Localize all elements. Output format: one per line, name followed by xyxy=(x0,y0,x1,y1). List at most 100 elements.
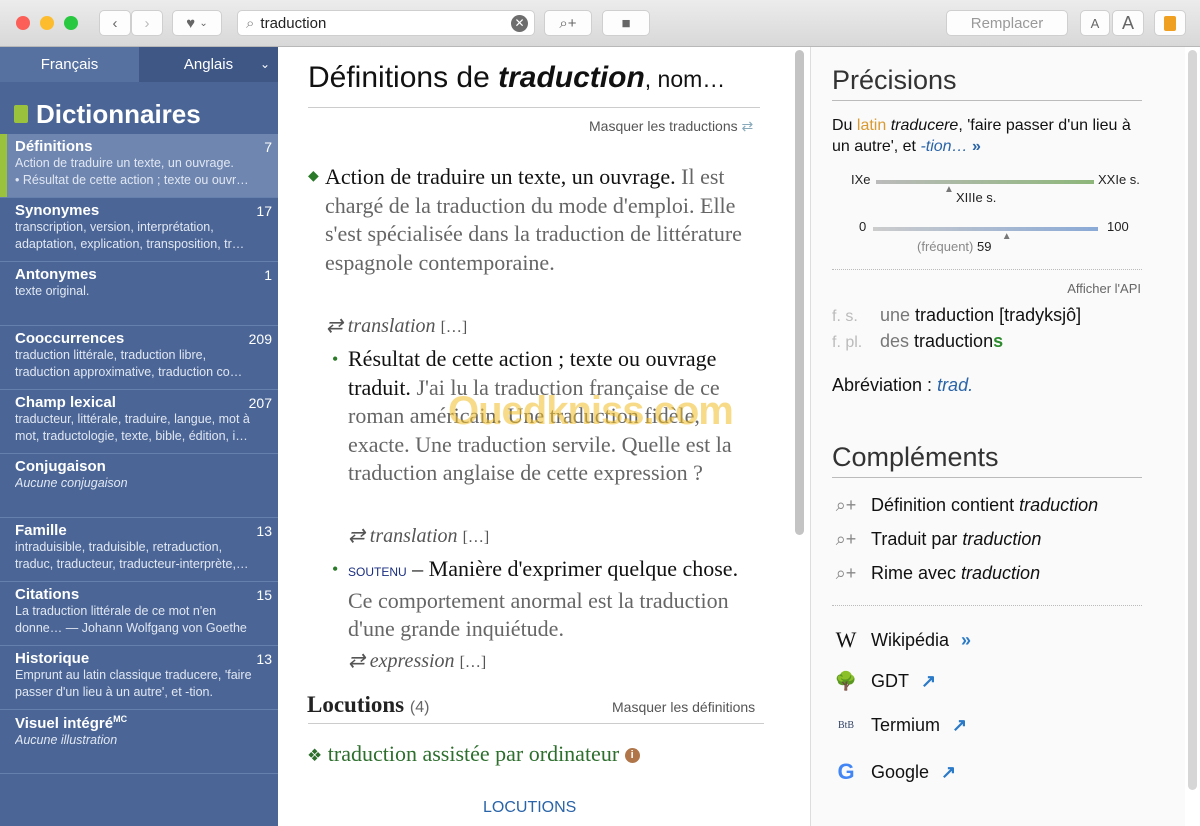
sidebar-item-antonymes[interactable]: Antonymes 1 texte original. xyxy=(0,262,278,326)
sidebar-item-desc: transcription, version, interprétation, xyxy=(15,220,214,234)
sidebar-item-cooccurrences[interactable]: Cooccurrences 209 traduction littérale, … xyxy=(0,326,278,390)
bucket-button[interactable]: ■ xyxy=(602,10,650,36)
sidebar-item-visuel-intégré[interactable]: Visuel intégréMC Aucune illustration xyxy=(0,710,278,774)
sidebar-item-count: 207 xyxy=(248,395,272,411)
sidebar-item-desc: passer d'un lieu à un autre', et -tion. xyxy=(15,685,213,699)
external-link-wikipedia[interactable]: W Wikipédia» xyxy=(833,627,971,653)
chevron-right-icon: › xyxy=(144,14,150,32)
chevron-down-icon: ⌄ xyxy=(199,17,208,29)
sidebar-item-définitions[interactable]: Définitions 7 Action de traduire un text… xyxy=(0,134,278,198)
sidebar-item-desc: mot, traductologie, texte, bible, éditio… xyxy=(15,429,248,443)
sidebar-item-desc: adaptation, explication, transposition, … xyxy=(15,237,245,251)
frequency-label: (fréquent) 59 xyxy=(917,239,992,254)
font-smaller-button[interactable]: A xyxy=(1080,10,1110,36)
forward-button[interactable]: › xyxy=(131,10,163,36)
sidebar-item-count: 13 xyxy=(256,651,272,667)
search-field[interactable]: ⌕ ✕ xyxy=(237,10,535,36)
sidebar-item-historique[interactable]: Historique 13 Emprunt au latin classique… xyxy=(0,646,278,710)
tab-anglais[interactable]: Anglais ⌄ xyxy=(139,47,278,82)
sidebar-item-count: 209 xyxy=(248,331,272,347)
google-icon: G xyxy=(837,759,855,784)
sidebar-item-title: Famille xyxy=(15,522,67,539)
search-plus-icon: ⌕+ xyxy=(835,495,857,515)
form-singular: f. s. une traduction [tradyksjô] xyxy=(832,305,1082,325)
external-link-gdt[interactable]: 🌳 GDT ↗ xyxy=(833,671,936,692)
right-scrollbar[interactable] xyxy=(1188,50,1197,790)
complement-link[interactable]: ⌕+ Définition contient traduction xyxy=(833,495,1098,516)
search-plus-icon: ⌕+ xyxy=(835,529,857,549)
search-input[interactable] xyxy=(260,14,491,32)
replace-button[interactable]: Remplacer xyxy=(946,10,1068,36)
sidebar-item-count: 7 xyxy=(264,139,272,155)
favorites-button[interactable]: ♥ ⌄ xyxy=(172,10,222,36)
sidebar-item-title: Synonymes xyxy=(15,202,100,219)
sidebar-item-desc: • Résultat de cette action ; texte ou ou… xyxy=(15,173,249,187)
sidebar-item-desc: Aucune conjugaison xyxy=(15,476,128,490)
frequency-marker-icon: ▲ xyxy=(1001,231,1012,242)
replace-label: Remplacer xyxy=(970,14,1044,32)
sidebar-item-count: 15 xyxy=(256,587,272,603)
sidebar-item-count: 13 xyxy=(256,523,272,539)
clover-icon: ❖ xyxy=(307,746,323,765)
more-etymology-link[interactable]: » xyxy=(972,138,981,155)
chevron-left-icon: ‹ xyxy=(112,14,118,32)
info-icon[interactable]: i xyxy=(624,748,640,764)
double-chevron-icon: » xyxy=(961,629,972,650)
watermark: Ouedkniss.com xyxy=(448,389,734,433)
sidebar-item-synonymes[interactable]: Synonymes 17 transcription, version, int… xyxy=(0,198,278,262)
sidebar-item-desc: traduc, traducteur, traducteur-interprèt… xyxy=(15,557,249,571)
complement-link[interactable]: ⌕+ Traduit par traduction xyxy=(833,529,1042,550)
sidebar-item-title: Historique xyxy=(15,650,90,667)
sidebar: Français Anglais ⌄ Dictionnaires Définiti… xyxy=(0,47,278,826)
external-link-google[interactable]: G Google ↗ xyxy=(833,759,956,785)
external-link-icon: ↗ xyxy=(921,671,937,691)
minimize-window-button[interactable] xyxy=(40,16,54,30)
hide-translations-link[interactable]: Masquer les traductions ⇄ xyxy=(589,118,753,135)
chevron-down-icon: ⌄ xyxy=(259,57,270,71)
advanced-search-button[interactable]: ⌕+ xyxy=(544,10,592,36)
frequency-min: 0 xyxy=(859,219,867,234)
sidebar-item-title: Visuel intégréMC xyxy=(15,714,128,732)
external-link-icon: ↗ xyxy=(941,761,957,782)
abbreviation: Abréviation : trad. xyxy=(832,375,974,395)
back-button[interactable]: ‹ xyxy=(99,10,131,36)
termium-icon: BtB xyxy=(837,720,855,731)
swap-icon: ⇄ xyxy=(741,118,754,134)
sidebar-item-champ-lexical[interactable]: Champ lexical 207 traducteur, littérale,… xyxy=(0,390,278,454)
century-end: XXIe s. xyxy=(1098,172,1140,187)
zoom-window-button[interactable] xyxy=(64,16,78,30)
center-scrollbar[interactable] xyxy=(795,50,804,535)
sidebar-item-famille[interactable]: Famille 13 intraduisible, traduisible, r… xyxy=(0,518,278,582)
sidebar-item-citations[interactable]: Citations 15 La traduction littérale de … xyxy=(0,582,278,646)
translation-1[interactable]: ⇄ translation […] xyxy=(326,313,467,338)
tab-francais[interactable]: Français xyxy=(0,47,139,82)
definition-3: • SOUTENU – Manière d'exprimer quelque ch… xyxy=(332,556,739,641)
sidebar-title: Dictionnaires xyxy=(0,82,278,134)
clear-search-icon[interactable]: ✕ xyxy=(511,15,528,32)
details-panel: Précisions Du latin traducere, 'faire pa… xyxy=(810,47,1185,826)
book-icon xyxy=(1164,15,1176,31)
external-link-termium[interactable]: BtB Termium ↗ xyxy=(833,715,967,736)
sidebar-item-desc: traduction approximative, traduction co… xyxy=(15,365,243,379)
sidebar-item-title: Définitions xyxy=(15,138,93,155)
form-plural: f. pl. des traductions xyxy=(832,331,1004,351)
sidebar-item-title: Conjugaison xyxy=(15,458,106,475)
complement-link[interactable]: ⌕+ Rime avec traduction xyxy=(833,563,1040,584)
show-api-link[interactable]: Afficher l'API xyxy=(1067,281,1141,296)
locutions-heading: Locutions (4) xyxy=(307,692,430,717)
sidebar-item-title: Antonymes xyxy=(15,266,97,283)
locutions-link[interactable]: LOCUTIONS xyxy=(483,799,576,817)
close-window-button[interactable] xyxy=(16,16,30,30)
sidebar-item-desc: Action de traduire un texte, un ouvrage. xyxy=(15,156,234,170)
font-larger-button[interactable]: A xyxy=(1112,10,1144,36)
translation-2[interactable]: ⇄ translation […] xyxy=(348,523,489,548)
hide-definitions-link[interactable]: Masquer les définitions xyxy=(612,699,755,715)
locution-item[interactable]: ❖ traduction assistée par ordinateur i xyxy=(307,740,640,771)
century-marker-icon: ▲ xyxy=(943,184,954,195)
page-title: Définitions de traduction, nom… xyxy=(308,61,726,94)
book-panel-button[interactable] xyxy=(1154,10,1186,36)
translation-3[interactable]: ⇄ expression […] xyxy=(348,648,486,673)
sidebar-item-desc: traducteur, littérale, traduire, langue,… xyxy=(15,412,250,426)
gdt-tree-icon: 🌳 xyxy=(834,671,858,691)
sidebar-item-conjugaison[interactable]: Conjugaison Aucune conjugaison xyxy=(0,454,278,518)
